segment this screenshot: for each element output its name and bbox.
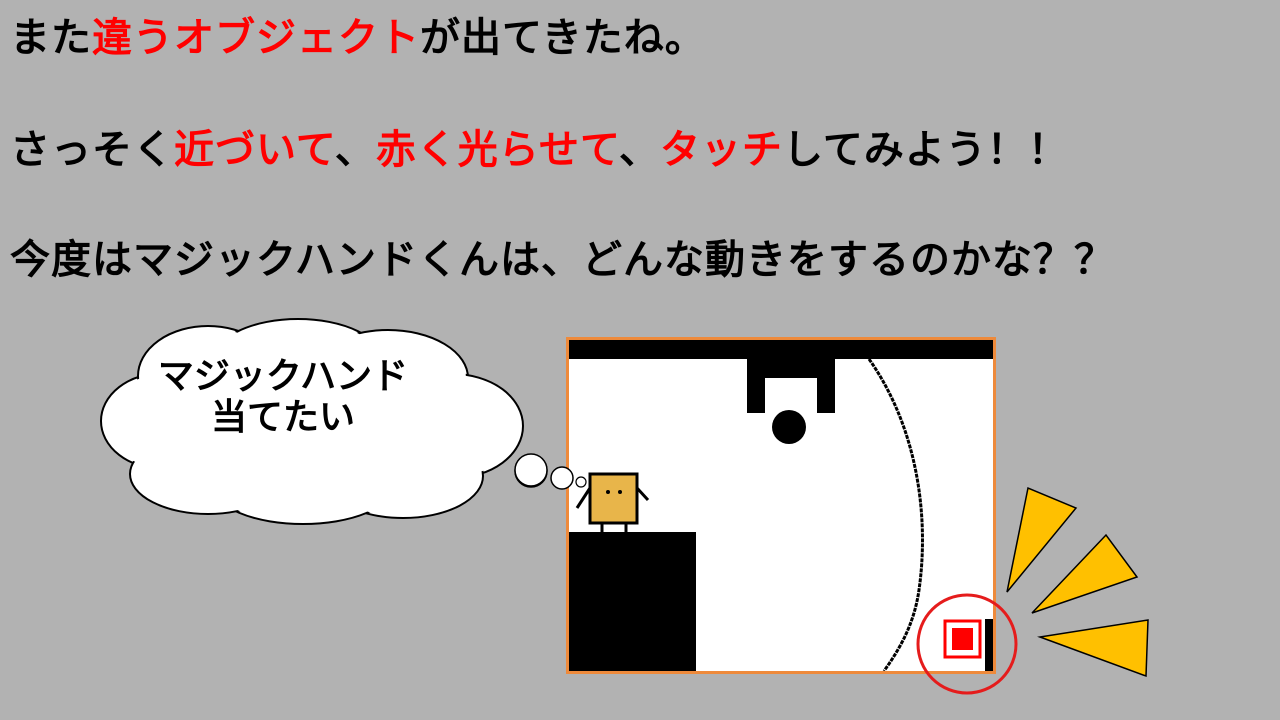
instruction-line-1-pre: また — [10, 15, 92, 61]
platform-block — [569, 532, 696, 671]
instruction-line-2-highlight-3: タッチ — [660, 127, 784, 173]
instruction-line-3-text: 今度はマジックハンドくんは、どんな動きをするのかな？？ — [10, 237, 1115, 283]
red-square-target-icon — [943, 619, 993, 671]
thought-bubble: マジックハンド 当てたい — [88, 316, 548, 526]
instruction-line-2-part-4: してみよう！！ — [783, 127, 1069, 173]
instruction-line-1-highlight: 違うオブジェクト — [92, 15, 420, 61]
instruction-line-2-part-3: 、 — [619, 127, 661, 173]
thought-bubble-line-1: マジックハンド — [157, 356, 409, 397]
thought-dot-large — [514, 454, 548, 488]
thought-bubble-text: マジックハンド 当てたい — [88, 356, 478, 439]
instruction-line-2-highlight-2: 赤く光らせて — [375, 127, 620, 173]
thought-bubble-line-2: 当てたい — [210, 397, 355, 439]
arc-path — [867, 358, 924, 671]
instruction-line-3: 今度はマジックハンドくんは、どんな動きをするのかな？？ — [10, 240, 1115, 280]
game-screen — [566, 337, 996, 674]
dropper-block — [747, 359, 835, 413]
box-character-icon — [575, 472, 650, 532]
instruction-line-1: また違うオブジェクトが出てきたね。 — [10, 18, 706, 58]
instruction-line-2: さっそく近づいて、赤く光らせて、タッチしてみよう！！ — [10, 130, 1069, 170]
instruction-line-2-part-1: さっそく — [10, 127, 174, 173]
instruction-line-2-highlight-1: 近づいて — [174, 127, 335, 173]
ceiling-block — [569, 340, 993, 359]
burst-rays-icon — [1006, 486, 1149, 678]
instruction-line-1-post: が出てきたね。 — [420, 15, 706, 61]
instruction-line-2-part-2: 、 — [334, 127, 376, 173]
game-scene — [569, 340, 993, 671]
ball-icon — [772, 410, 806, 444]
